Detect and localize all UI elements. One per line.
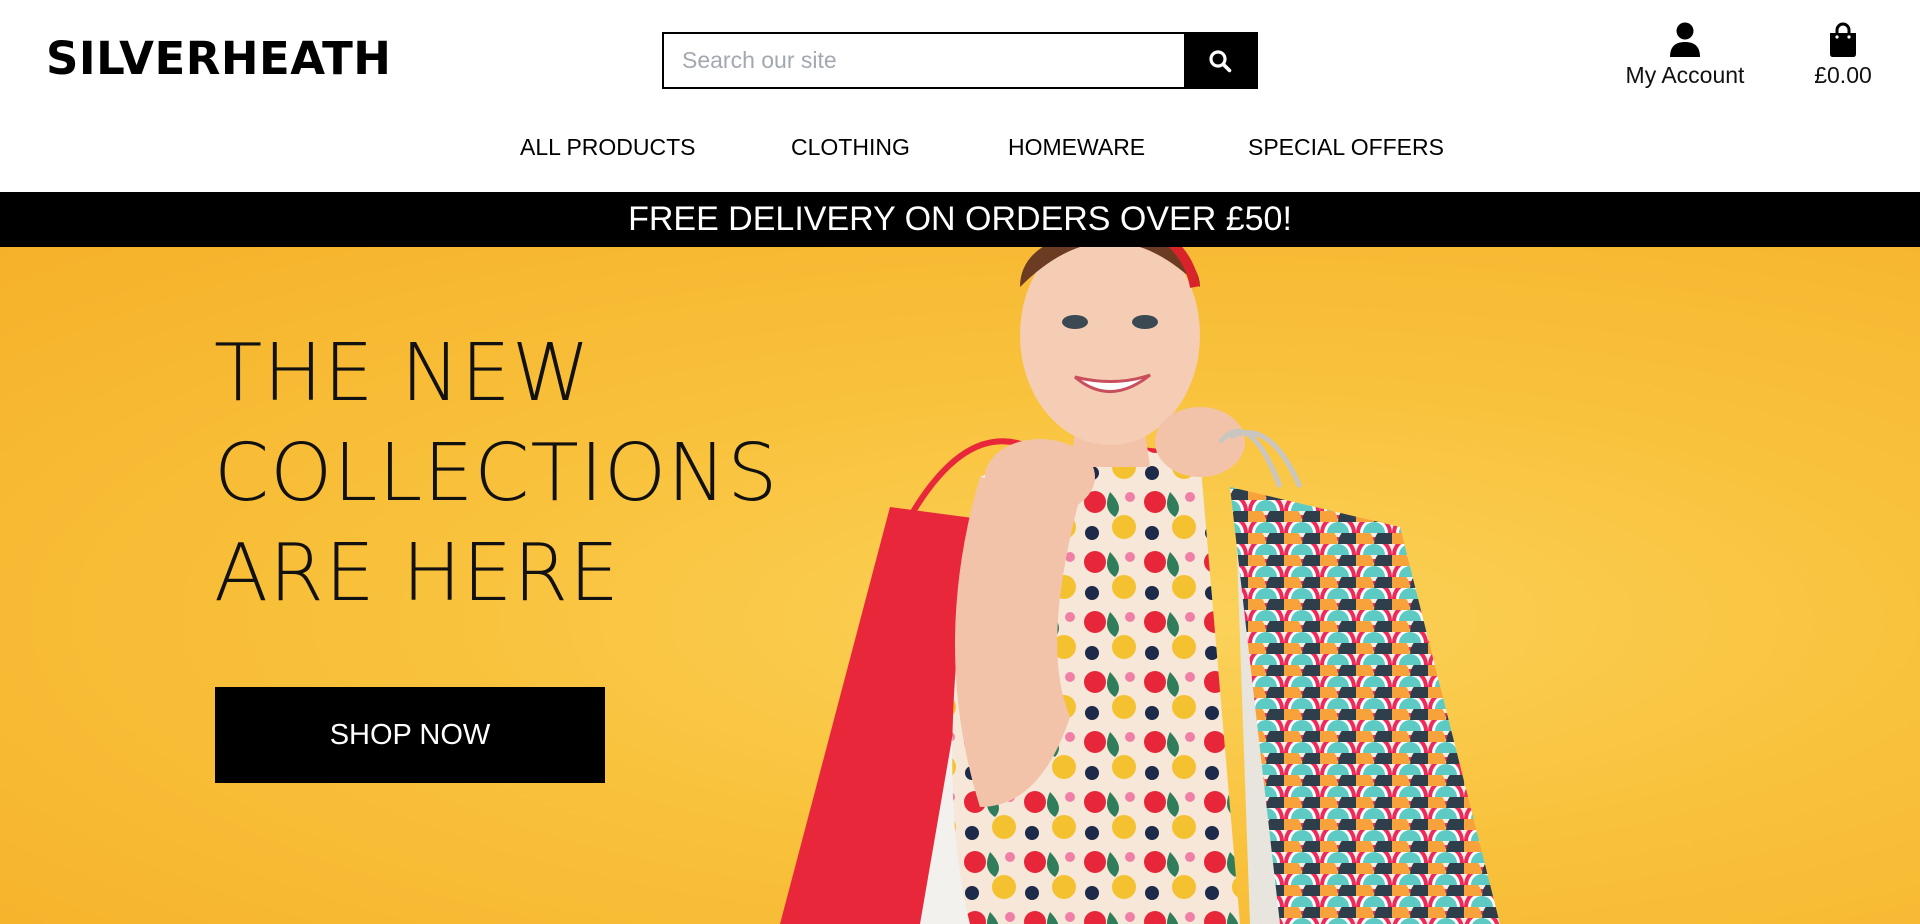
search-form (662, 32, 1258, 89)
shopping-bag-icon (1830, 22, 1856, 57)
hero-title: THE NEW COLLECTIONS ARE HERE (214, 327, 779, 619)
shop-now-button[interactable]: SHOP NOW (215, 687, 605, 783)
hero-model-image (780, 247, 1500, 924)
nav-all-products[interactable]: ALL PRODUCTS (520, 134, 696, 161)
cart-link[interactable]: £0.00 (1800, 22, 1886, 89)
site-logo[interactable]: SILVERHEATH (46, 32, 391, 85)
my-account-label: My Account (1625, 62, 1745, 88)
site-header: SILVERHEATH My Account £0.00 ALL PRODUCT… (0, 0, 1920, 192)
cart-total: £0.00 (1814, 62, 1872, 88)
nav-clothing[interactable]: CLOTHING (791, 134, 910, 161)
user-icon (1670, 22, 1700, 57)
search-icon (1209, 49, 1232, 72)
search-input[interactable] (664, 34, 1184, 87)
hero-section: THE NEW COLLECTIONS ARE HERE SHOP NOW (0, 247, 1920, 924)
nav-special-offers[interactable]: SPECIAL OFFERS (1248, 134, 1444, 161)
search-button[interactable] (1184, 34, 1256, 87)
main-nav: ALL PRODUCTS CLOTHING HOMEWARE SPECIAL O… (0, 134, 1920, 166)
nav-homeware[interactable]: HOMEWARE (1008, 134, 1145, 161)
my-account-link[interactable]: My Account (1610, 22, 1760, 89)
free-delivery-banner: FREE DELIVERY ON ORDERS OVER £50! (0, 192, 1920, 247)
